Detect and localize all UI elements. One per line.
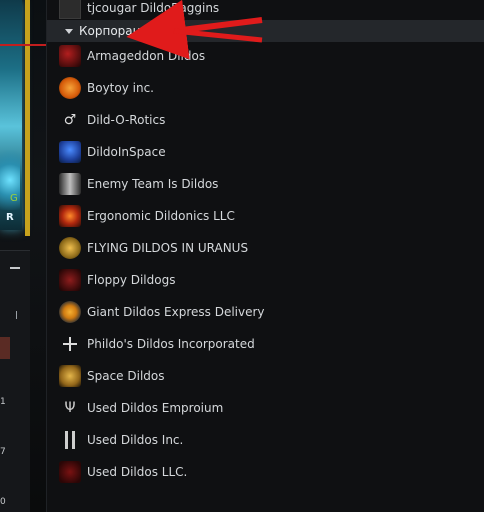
armageddon-icon <box>59 45 81 67</box>
male-symbol-glyph: ♂ <box>63 112 77 128</box>
list-item[interactable]: Giant Dildos Express Delivery <box>59 298 479 326</box>
bg-green-text: G <box>10 193 18 204</box>
list-item[interactable]: Used Dildos Inc. <box>59 426 479 454</box>
collapse-arrow-icon[interactable] <box>65 28 73 34</box>
red-block <box>0 337 10 359</box>
list-item[interactable]: Used Dildos LLC. <box>59 458 479 486</box>
minimize-icon[interactable] <box>10 267 20 269</box>
corp-name: Used Dildos Inc. <box>87 433 184 447</box>
section-title: Корпорации (14) <box>79 24 185 38</box>
corp-name: FLYING DILDOS IN URANUS <box>87 241 249 255</box>
left-num-1: 1 <box>0 397 6 407</box>
pilot-avatar <box>59 0 81 19</box>
floppy-dildogs-icon <box>59 269 81 291</box>
pilot-name: tjcougar DildoBaggins <box>87 1 220 15</box>
trident-glyph: Ψ <box>64 400 76 416</box>
list-item[interactable]: Armageddon Dildos <box>59 42 479 70</box>
left-num-2: 7 <box>0 447 6 457</box>
used-dildos-inc-icon <box>59 429 81 451</box>
iron-cross-icon <box>59 333 81 355</box>
used-dildos-llc-icon <box>59 461 81 483</box>
tick-marker <box>16 311 17 319</box>
flying-dildos-icon <box>59 237 81 259</box>
corporations-header[interactable]: Корпорации (14) <box>47 20 484 42</box>
corp-name: Boytoy inc. <box>87 81 154 95</box>
list-item[interactable]: Boytoy inc. <box>59 74 479 102</box>
list-item[interactable]: Ergonomic Dildonics LLC <box>59 202 479 230</box>
corp-name: Phildo's Dildos Incorporated <box>87 337 255 351</box>
list-item[interactable]: DildoInSpace <box>59 138 479 166</box>
corp-name: Floppy Dildogs <box>87 273 176 287</box>
contacts-panel: tjcougar DildoBaggins Корпорации (14) Ar… <box>46 0 484 512</box>
corp-name: Giant Dildos Express Delivery <box>87 305 265 319</box>
cross-glyph <box>62 336 78 352</box>
space-dildos-icon <box>59 365 81 387</box>
left-window: 1 7 0 <box>0 250 30 512</box>
corp-name: Used Dildos LLC. <box>87 465 188 479</box>
screen: G R 1 7 0 tjcougar DildoBaggins Корпорац… <box>0 0 484 512</box>
list-item[interactable]: Ψ Used Dildos Emproium <box>59 394 479 422</box>
list-item[interactable]: ♂ Dild-O-Rotics <box>59 106 479 134</box>
corp-name: Dild-O-Rotics <box>87 113 166 127</box>
male-symbol-icon: ♂ <box>59 109 81 131</box>
red-separator <box>0 44 46 46</box>
corp-name: DildoInSpace <box>87 145 166 159</box>
list-item[interactable]: Floppy Dildogs <box>59 266 479 294</box>
dildoinspace-icon <box>59 141 81 163</box>
corp-name: Armageddon Dildos <box>87 49 206 63</box>
list-item[interactable]: FLYING DILDOS IN URANUS <box>59 234 479 262</box>
enemy-team-icon <box>59 173 81 195</box>
corp-name: Enemy Team Is Dildos <box>87 177 219 191</box>
list-item[interactable]: Space Dildos <box>59 362 479 390</box>
corp-name: Ergonomic Dildonics LLC <box>87 209 235 223</box>
bars-glyph <box>63 431 77 449</box>
corp-name: Used Dildos Emproium <box>87 401 224 415</box>
giant-dildos-icon <box>59 301 81 323</box>
corp-name: Space Dildos <box>87 369 165 383</box>
ergonomic-icon <box>59 205 81 227</box>
list-item[interactable]: Phildo's Dildos Incorporated <box>59 330 479 358</box>
list-item[interactable]: Enemy Team Is Dildos <box>59 170 479 198</box>
left-num-3: 0 <box>0 497 6 507</box>
bg-white-text: R <box>6 212 14 223</box>
boytoy-icon <box>59 77 81 99</box>
pilot-row[interactable]: tjcougar DildoBaggins <box>59 0 479 22</box>
used-dildos-emporium-icon: Ψ <box>59 397 81 419</box>
